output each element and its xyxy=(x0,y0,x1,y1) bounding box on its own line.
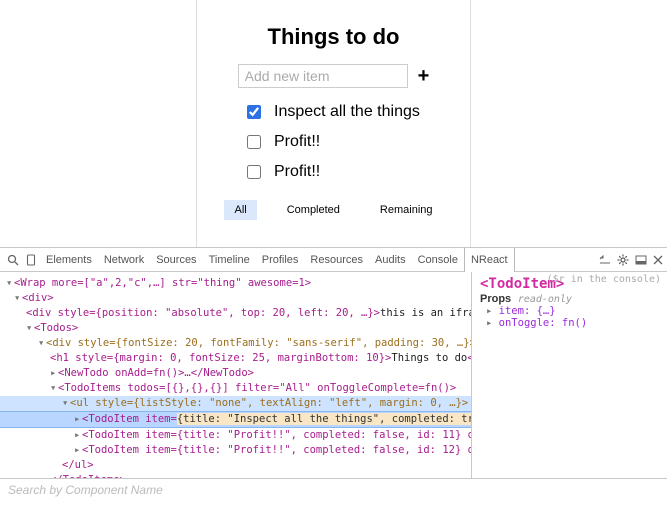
tab-network[interactable]: Network xyxy=(98,248,150,272)
close-icon[interactable] xyxy=(653,255,663,265)
filter-all[interactable]: All xyxy=(224,200,256,220)
add-todo-input[interactable] xyxy=(238,64,408,88)
tab-sources[interactable]: Sources xyxy=(150,248,202,272)
tab-timeline[interactable]: Timeline xyxy=(203,248,256,272)
todo-label: Profit!! xyxy=(274,163,320,181)
tree-node[interactable]: <ul style={listStyle: "none", textAlign:… xyxy=(70,397,468,409)
devtools: Elements Network Sources Timeline Profil… xyxy=(0,247,667,500)
tree-node[interactable]: <Todos> xyxy=(34,322,78,334)
todo-checkbox[interactable] xyxy=(247,105,261,119)
toolbar-right-icons xyxy=(599,254,663,266)
device-icon[interactable] xyxy=(22,254,40,266)
tree-node[interactable]: <NewTodo onAdd=fn()>…</NewTodo> xyxy=(58,367,254,379)
todo-list: Inspect all the things Profit!! Profit!! xyxy=(243,102,452,182)
inspect-icon[interactable] xyxy=(4,254,22,266)
props-readonly-note: read-only xyxy=(518,294,572,305)
rendered-app-area: Things to do + Inspect all the things Pr… xyxy=(0,0,667,247)
tree-node[interactable]: </TodoItems> xyxy=(50,474,126,478)
devtools-panels: ▾<Wrap more=["a",2,"c",…] str="thing" aw… xyxy=(0,272,667,478)
tab-profiles[interactable]: Profiles xyxy=(256,248,305,272)
props-heading: Props xyxy=(480,293,511,305)
todo-label: Profit!! xyxy=(274,133,320,151)
tree-node-selected[interactable]: <TodoItem item= xyxy=(82,413,177,425)
console-hint: ($r in the console) xyxy=(547,274,661,285)
tree-node[interactable]: <div> xyxy=(22,292,54,304)
tree-node[interactable]: <div style={position: "absolute", top: 2… xyxy=(26,307,380,319)
filter-completed[interactable]: Completed xyxy=(277,200,350,220)
prop-item[interactable]: item: {…} xyxy=(499,305,556,317)
tab-console[interactable]: Console xyxy=(412,248,464,272)
tab-resources[interactable]: Resources xyxy=(304,248,369,272)
tab-elements[interactable]: Elements xyxy=(40,248,98,272)
prop-ontoggle[interactable]: onToggle: fn() xyxy=(499,317,588,329)
gear-icon[interactable] xyxy=(617,254,629,266)
tree-node[interactable]: <div style={fontSize: 20, fontFamily: "s… xyxy=(46,337,471,349)
tree-node[interactable]: </ul> xyxy=(62,459,94,471)
todo-item: Profit!! xyxy=(243,162,452,182)
todo-item: Inspect all the things xyxy=(243,102,452,122)
component-tree[interactable]: ▾<Wrap more=["a",2,"c",…] str="thing" aw… xyxy=(0,272,471,478)
add-todo-row: + xyxy=(215,64,452,88)
component-search-input[interactable] xyxy=(6,482,661,498)
tree-node[interactable]: <TodoItems todos=[{},{},{}] filter="All"… xyxy=(58,382,456,394)
tree-node[interactable]: <TodoItem item={title: "Profit!!", compl… xyxy=(82,444,471,456)
todo-checkbox[interactable] xyxy=(247,165,261,179)
devtools-tabs: Elements Network Sources Timeline Profil… xyxy=(40,248,515,272)
component-search-bar xyxy=(0,478,667,500)
devtools-toolbar: Elements Network Sources Timeline Profil… xyxy=(0,248,667,272)
add-todo-plus-icon[interactable]: + xyxy=(418,66,430,86)
tree-node[interactable]: <h1 style={margin: 0, fontSize: 25, marg… xyxy=(50,352,391,364)
dock-icon[interactable] xyxy=(635,255,647,265)
filter-remaining[interactable]: Remaining xyxy=(370,200,443,220)
app-frame: Things to do + Inspect all the things Pr… xyxy=(196,0,471,247)
todo-item: Profit!! xyxy=(243,132,452,152)
todo-label: Inspect all the things xyxy=(274,103,420,121)
tree-node[interactable]: <Wrap more=["a",2,"c",…] str="thing" awe… xyxy=(14,277,311,289)
filter-row: All Completed Remaining xyxy=(215,200,452,220)
app-title: Things to do xyxy=(215,24,452,50)
drawer-icon[interactable] xyxy=(599,255,611,265)
todo-checkbox[interactable] xyxy=(247,135,261,149)
tab-nreact[interactable]: NReact xyxy=(464,248,515,272)
tab-audits[interactable]: Audits xyxy=(369,248,412,272)
tree-node[interactable]: <TodoItem item={title: "Profit!!", compl… xyxy=(82,429,471,441)
props-panel: ($r in the console) <TodoItem> Props rea… xyxy=(471,272,667,478)
